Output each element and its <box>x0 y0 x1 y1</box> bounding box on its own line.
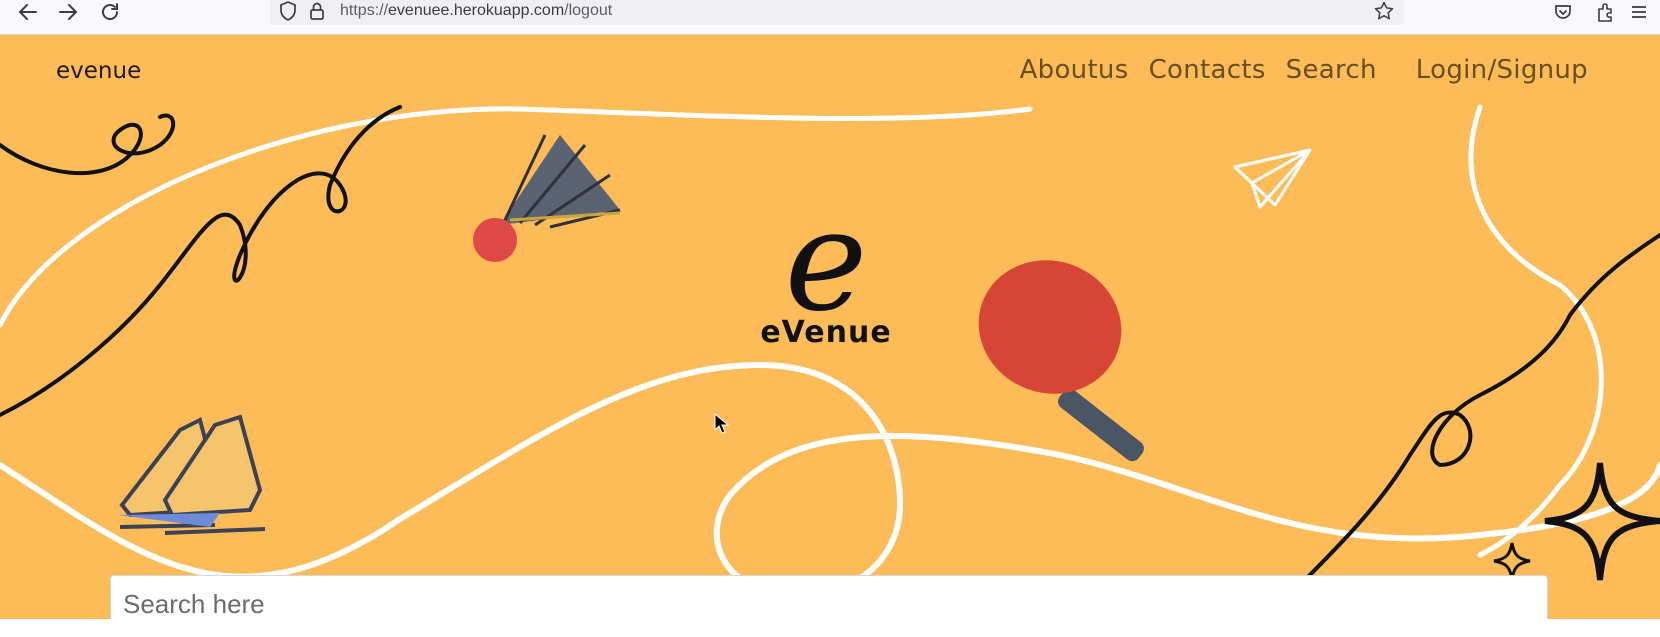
reload-icon[interactable] <box>98 0 122 24</box>
hero-logo-letter: e <box>784 180 868 343</box>
lock-icon[interactable] <box>306 0 328 22</box>
search-input[interactable] <box>111 576 1547 619</box>
mouse-cursor-icon <box>714 413 730 434</box>
nav-aboutus-link[interactable]: Aboutus <box>1020 55 1129 85</box>
hero-logo-name: eVenue <box>760 315 892 350</box>
url-path: /logout <box>564 2 613 19</box>
back-arrow-icon[interactable] <box>16 0 40 24</box>
ping-pong-paddle-icon <box>978 260 1144 462</box>
address-bar[interactable]: https://evenuee.herokuapp.com/logout <box>270 0 1404 25</box>
brand-logo-text[interactable]: evenue <box>56 58 141 84</box>
url-host: evenuee.herokuapp.com <box>388 2 565 19</box>
nav-search-link[interactable]: Search <box>1286 55 1377 85</box>
pocket-icon[interactable] <box>1552 1 1574 23</box>
browser-toolbar: https://evenuee.herokuapp.com/logout <box>0 0 1660 35</box>
url-prefix: https:// <box>340 2 389 19</box>
extensions-icon[interactable] <box>1594 1 1616 23</box>
hero-logo: e eVenue <box>746 180 906 351</box>
top-nav: Aboutus Contacts Search Login/Signup <box>1020 55 1588 85</box>
search-bar[interactable] <box>110 575 1548 619</box>
shuttlecock-icon <box>473 134 621 262</box>
nav-login-signup-link[interactable]: Login/Signup <box>1416 55 1588 85</box>
page-bottom-strip <box>0 619 1660 637</box>
page-background: evenue Aboutus Contacts Search Login/Sig… <box>0 35 1660 619</box>
forward-arrow-icon[interactable] <box>56 0 80 24</box>
paper-plane-icon <box>1233 148 1312 209</box>
bookmark-star-icon[interactable] <box>1373 0 1395 22</box>
shield-icon[interactable] <box>277 0 299 22</box>
url-text[interactable]: https://evenuee.herokuapp.com/logout <box>340 2 612 20</box>
menu-hamburger-icon[interactable] <box>1628 1 1650 23</box>
nav-contacts-link[interactable]: Contacts <box>1149 55 1266 85</box>
ice-skates-icon <box>118 414 266 535</box>
